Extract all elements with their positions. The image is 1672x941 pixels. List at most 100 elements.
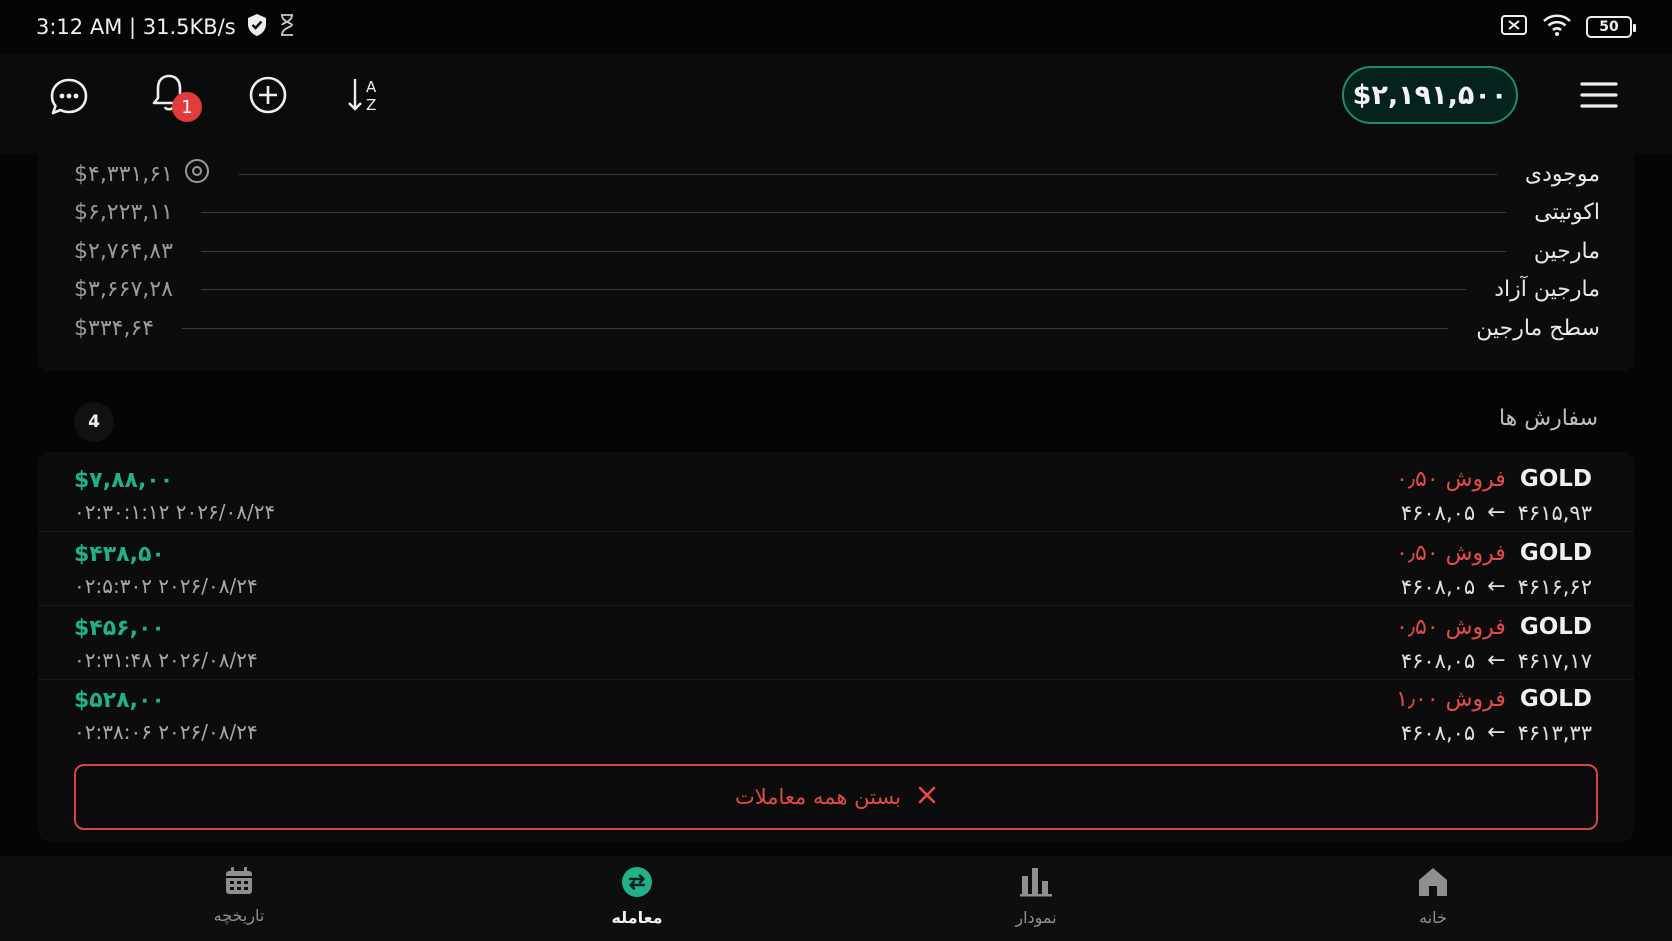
battery-icon: 50 [1586, 16, 1636, 38]
order-prices: ۴۶۰۸,۰۵ ← ۴۶۱۳,۳۳ [1401, 720, 1592, 745]
order-open-price: ۴۶۱۶,۶۲ [1517, 574, 1592, 599]
account-value: $۲,۷۶۴,۸۳ [74, 238, 173, 264]
orders-header: 4 سفارش ها [38, 398, 1634, 446]
account-label: سطح مارجین [1476, 315, 1600, 341]
eye-icon[interactable] [183, 159, 211, 189]
nav-item-chart[interactable]: نمودار [966, 866, 1106, 936]
nav-label: نمودار [1015, 908, 1057, 927]
trade-swap-icon [621, 866, 653, 902]
arrow-left-icon: ← [1487, 648, 1506, 673]
account-row-margin: $۲,۷۶۴,۸۳ مارجین [74, 236, 1600, 266]
nav-item-home[interactable]: خانه [1363, 866, 1503, 936]
nav-item-history[interactable]: تاریخچه [169, 866, 309, 936]
account-label: مارجین [1533, 238, 1600, 264]
account-label: مارجین آزاد [1494, 276, 1600, 302]
order-row[interactable]: $۵۲۸,۰۰ ۰۲:۳۸:۰۶ ۲۰۲۶/۰۸/۲۴ فروش ۱٫۰۰ GO… [38, 678, 1634, 752]
order-row[interactable]: $۴۵۶,۰۰ ۰۲:۳۱:۴۸ ۲۰۲۶/۰۸/۲۴ فروش ۰٫۵۰ GO… [38, 606, 1634, 680]
order-header: فروش ۰٫۵۰ GOLD [1396, 540, 1592, 566]
order-type: فروش ۰٫۵۰ [1396, 614, 1506, 640]
arrow-left-icon: ← [1487, 500, 1506, 525]
nav-label: تاریخچه [213, 906, 265, 925]
account-value: $۳۳۴,۶۴ [74, 315, 155, 341]
divider-line [200, 211, 1507, 213]
arrow-left-icon: ← [1487, 574, 1506, 599]
divider-line [200, 250, 1506, 252]
divider-line [200, 288, 1467, 290]
account-row-free-margin: $۳,۶۶۷,۲۸ مارجین آزاد [74, 274, 1600, 304]
order-type: فروش ۱٫۰۰ [1396, 686, 1506, 712]
chat-icon[interactable] [44, 72, 94, 122]
nav-label: خانه [1419, 908, 1447, 927]
order-open-price: ۴۶۱۵,۹۳ [1517, 500, 1592, 525]
order-type: فروش ۰٫۵۰ [1396, 466, 1506, 492]
order-profit: $۵۲۸,۰۰ [74, 688, 165, 713]
order-header: فروش ۰٫۵۰ GOLD [1396, 614, 1592, 640]
notifications-button[interactable]: 1 [144, 70, 202, 122]
order-row[interactable]: $۷,۸۸,۰۰ ۰۲:۳۰:۱:۱۲ ۲۰۲۶/۰۸/۲۴ فروش ۰٫۵۰… [38, 458, 1634, 532]
divider-line [182, 327, 1449, 329]
nav-item-trade[interactable]: معامله [567, 866, 707, 936]
order-symbol: GOLD [1519, 540, 1592, 566]
svg-text:Z: Z [366, 96, 376, 114]
nav-label: معامله [611, 908, 663, 927]
order-open-price: ۴۶۱۷,۱۷ [1517, 648, 1592, 673]
wifi-icon [1542, 13, 1572, 41]
close-all-label: بستن همه معاملات [734, 785, 902, 809]
home-icon [1417, 866, 1449, 902]
account-row-equity: $۶,۲۲۳,۱۱ اکوتیتی [74, 197, 1600, 227]
account-row-margin-level: $۳۳۴,۶۴ سطح مارجین [74, 313, 1600, 343]
divider-line [238, 173, 1497, 175]
order-type: فروش ۰٫۵۰ [1396, 540, 1506, 566]
order-prices: ۴۶۰۸,۰۵ ← ۴۶۱۷,۱۷ [1401, 648, 1592, 673]
account-label: موجودی [1524, 161, 1600, 187]
order-current-price: ۴۶۰۸,۰۵ [1400, 500, 1476, 525]
order-current-price: ۴۶۰۸,۰۵ [1400, 720, 1476, 745]
orders-list: $۷,۸۸,۰۰ ۰۲:۳۰:۱:۱۲ ۲۰۲۶/۰۸/۲۴ فروش ۰٫۵۰… [38, 452, 1634, 842]
order-current-price: ۴۶۰۸,۰۵ [1400, 574, 1476, 599]
order-time: ۰۲:۳۸:۰۶ ۲۰۲۶/۰۸/۲۴ [74, 720, 258, 744]
order-symbol: GOLD [1519, 466, 1592, 492]
battery-level: 50 [1599, 19, 1619, 35]
hourglass-icon [278, 13, 296, 42]
sort-az-icon[interactable]: AZ [340, 70, 390, 120]
shield-check-icon [246, 13, 268, 42]
svg-text:A: A [366, 78, 377, 96]
order-time: ۰۲:۳۱:۴۸ ۲۰۲۶/۰۸/۲۴ [74, 648, 258, 672]
hamburger-menu-icon[interactable] [1574, 70, 1624, 120]
order-time: ۰۲:۳۰:۱:۱۲ ۲۰۲۶/۰۸/۲۴ [74, 500, 276, 524]
bar-chart-icon [1019, 866, 1053, 902]
status-bar: 3:12 AM | 31.5KB/s 50 [0, 0, 1672, 54]
orders-count-badge: 4 [74, 402, 114, 442]
account-value: $۴,۳۳۱,۶۱ [74, 161, 173, 187]
status-right: 50 [1500, 13, 1636, 41]
account-value: $۳,۶۶۷,۲۸ [74, 276, 173, 302]
bottom-navigation: تاریخچه معامله نمودار خانه [0, 856, 1672, 941]
account-row-balance: $۴,۳۳۱,۶۱ موجودی [74, 159, 1600, 189]
order-header: فروش ۰٫۵۰ GOLD [1396, 466, 1592, 492]
order-open-price: ۴۶۱۳,۳۳ [1517, 720, 1592, 745]
order-header: فروش ۱٫۰۰ GOLD [1396, 686, 1592, 712]
order-profit: $۴۳۸,۵۰ [74, 542, 165, 567]
orders-title: سفارش ها [1498, 406, 1598, 431]
account-label: اکوتیتی [1534, 199, 1600, 225]
order-profit: $۴۵۶,۰۰ [74, 616, 165, 641]
top-app-bar: 1 AZ $۲,۱۹۱,۵۰۰ [0, 54, 1672, 154]
account-value: $۶,۲۲۳,۱۱ [74, 199, 173, 225]
app-screen: 3:12 AM | 31.5KB/s 50 1 A Z $۲,۱۹۱,۵۰۰ $… [0, 0, 1672, 941]
status-left: 3:12 AM | 31.5KB/s [36, 13, 296, 42]
account-summary-panel: $۴,۳۳۱,۶۱ موجودی $۶,۲۲۳,۱۱ اکوتیتی $۲,۷۶… [38, 154, 1634, 371]
close-all-trades-button[interactable]: بستن همه معاملات [74, 764, 1598, 830]
order-prices: ۴۶۰۸,۰۵ ← ۴۶۱۶,۶۲ [1401, 574, 1592, 599]
close-icon [917, 785, 937, 809]
order-profit: $۷,۸۸,۰۰ [74, 468, 174, 493]
status-time-speed: 3:12 AM | 31.5KB/s [36, 15, 236, 39]
add-circle-icon[interactable] [243, 70, 293, 120]
order-current-price: ۴۶۰۸,۰۵ [1400, 648, 1476, 673]
order-prices: ۴۶۰۸,۰۵ ← ۴۶۱۵,۹۳ [1401, 500, 1592, 525]
arrow-left-icon: ← [1487, 720, 1506, 745]
account-balance-pill[interactable]: $۲,۱۹۱,۵۰۰ [1342, 66, 1518, 124]
order-row[interactable]: $۴۳۸,۵۰ ۰۲:۵:۳۰۲ ۲۰۲۶/۰۸/۲۴ فروش ۰٫۵۰ GO… [38, 532, 1634, 606]
notification-badge: 1 [172, 92, 202, 122]
order-symbol: GOLD [1519, 614, 1592, 640]
order-symbol: GOLD [1519, 686, 1592, 712]
